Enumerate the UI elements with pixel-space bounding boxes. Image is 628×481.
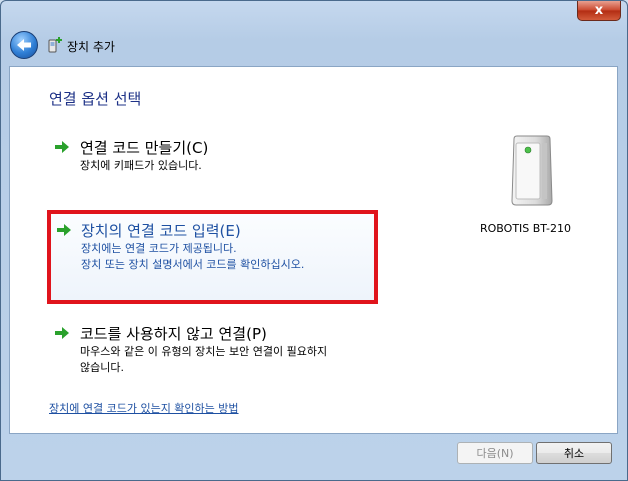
option-title: 연결 코드 만들기(C) xyxy=(80,139,209,157)
option-enter-pairing-code[interactable]: 장치의 연결 코드 입력(E) 장치에는 연결 코드가 제공됩니다. 장치 또는… xyxy=(47,210,378,304)
device-tower-icon xyxy=(511,135,553,206)
cancel-button[interactable]: 취소 xyxy=(536,442,612,464)
option-description: 장치에는 연결 코드가 제공됩니다. 장치 또는 장치 설명서에서 코드를 확인… xyxy=(81,241,304,273)
option-description: 장치에 키패드가 있습니다. xyxy=(80,158,202,174)
option-connect-without-code[interactable]: 코드를 사용하지 않고 연결(P) 마우스와 같은 이 유형의 장치는 보안 연… xyxy=(47,321,376,377)
content-panel: 연결 옵션 선택 연결 코드 만들기(C) 장치에 키패드가 있습니다. 장치의… xyxy=(9,66,618,434)
option-description: 마우스와 같은 이 유형의 장치는 보안 연결이 필요하지 않습니다. xyxy=(80,344,327,376)
green-arrow-icon xyxy=(57,224,71,236)
option-description-line: 장치에는 연결 코드가 제공됩니다. xyxy=(81,242,237,255)
help-link[interactable]: 장치에 연결 코드가 있는지 확인하는 방법 xyxy=(49,400,239,416)
option-description-line: 장치에 키패드가 있습니다. xyxy=(80,159,202,172)
add-device-icon xyxy=(48,37,62,53)
add-device-window: x 장치 추가 연결 옵션 선택 연결 코드 만들기(C) 장치에 키패드가 있… xyxy=(0,0,628,481)
green-arrow-icon xyxy=(55,141,69,153)
option-description-line: 장치 또는 장치 설명서에서 코드를 확인하십시오. xyxy=(81,258,305,271)
option-description-line: 마우스와 같은 이 유형의 장치는 보안 연결이 필요하지 xyxy=(80,345,328,358)
option-create-pairing-code[interactable]: 연결 코드 만들기(C) 장치에 키패드가 있습니다. xyxy=(47,135,376,177)
window-title: 장치 추가 xyxy=(67,40,115,54)
green-arrow-icon xyxy=(55,327,69,339)
close-button[interactable]: x xyxy=(577,1,621,21)
option-title: 코드를 사용하지 않고 연결(P) xyxy=(80,325,267,343)
option-title: 장치의 연결 코드 입력(E) xyxy=(81,222,241,240)
option-description-line: 않습니다. xyxy=(80,361,124,374)
page-heading: 연결 옵션 선택 xyxy=(49,90,142,108)
device-name: ROBOTIS BT-210 xyxy=(480,222,571,235)
close-icon: x xyxy=(594,3,604,18)
back-button[interactable] xyxy=(10,31,38,59)
back-arrow-icon xyxy=(17,39,31,51)
next-button[interactable]: 다음(N) xyxy=(457,442,533,464)
